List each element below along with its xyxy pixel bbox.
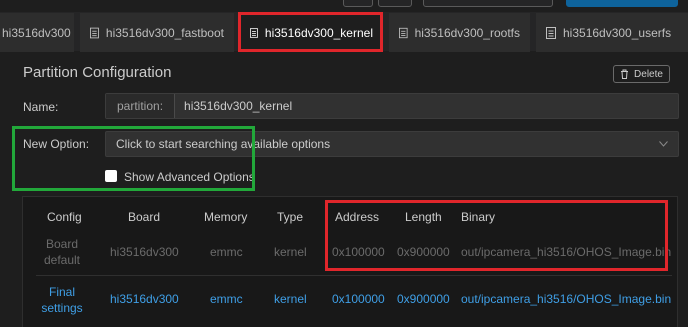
column-header-memory: Memory (204, 210, 248, 224)
row-config: Board default (43, 237, 81, 267)
column-header-config: Config (47, 210, 82, 224)
tab-hi3516dv300[interactable]: hi3516dv300 (0, 13, 74, 52)
delete-label: Delete (634, 68, 663, 80)
row-length: 0x900000 (397, 245, 450, 259)
column-header-length: Length (405, 210, 442, 224)
row-board: hi3516dv300 (110, 245, 179, 259)
row-binary: out/ipcamera_hi3516/OHOS_Image.bin (461, 245, 672, 259)
name-value: hi3516dv300_kernel (184, 99, 293, 113)
tab-label: hi3516dv300_fastboot (105, 25, 224, 40)
row-type: kernel (274, 245, 307, 259)
column-header-type: Type (277, 210, 304, 224)
row-type: kernel (274, 292, 307, 306)
row-address: 0x100000 (332, 292, 385, 306)
tab-hi3516dv300-kernel[interactable]: hi3516dv300_kernel (240, 13, 383, 52)
chevron-down-icon (659, 141, 668, 147)
file-icon (90, 27, 99, 38)
tab-hi3516dv300-userfs[interactable]: hi3516dv300_userfs (536, 13, 688, 52)
advanced-options-label[interactable]: Show Advanced Options (124, 170, 255, 184)
file-icon (546, 26, 556, 39)
page-title: Partition Configuration (23, 64, 172, 81)
new-option-label: New Option: (23, 137, 90, 151)
file-icon (399, 27, 408, 38)
column-header-board: Board (128, 210, 161, 224)
tab-hi3516dv300-fastboot[interactable]: hi3516dv300_fastboot (80, 13, 234, 52)
name-prefix: partition: (106, 94, 176, 118)
row-divider (36, 275, 672, 276)
partition-tab-bar: hi3516dv300 hi3516dv300_fastboot hi3516d… (0, 12, 688, 52)
tab-label: hi3516dv300_kernel (264, 25, 373, 40)
tab-label: hi3516dv300 (2, 25, 71, 40)
toolbar-dropdown[interactable] (423, 0, 553, 7)
row-board: hi3516dv300 (110, 292, 179, 306)
row-memory: emmc (210, 292, 243, 306)
row-config: Final settings (41, 285, 83, 315)
row-address: 0x100000 (332, 245, 385, 259)
column-header-binary: Binary (461, 210, 496, 224)
row-length: 0x900000 (397, 292, 450, 306)
name-field[interactable]: partition: hi3516dv300_kernel (105, 93, 679, 119)
toolbar-button[interactable] (343, 0, 373, 7)
row-memory: emmc (210, 245, 243, 259)
option-search-select[interactable]: Click to start searching available optio… (105, 131, 679, 157)
advanced-options-checkbox[interactable] (105, 170, 117, 182)
toolbar-primary-button[interactable] (566, 0, 678, 7)
trash-icon (621, 69, 629, 79)
top-toolbar-strip (0, 0, 688, 9)
column-header-address: Address (335, 210, 380, 224)
option-search-placeholder: Click to start searching available optio… (116, 137, 331, 151)
file-icon (250, 27, 258, 38)
row-binary: out/ipcamera_hi3516/OHOS_Image.bin (461, 292, 672, 306)
delete-button[interactable]: Delete (613, 65, 670, 83)
toolbar-button[interactable] (378, 0, 412, 7)
tab-label: hi3516dv300_rootfs (414, 25, 520, 40)
tab-hi3516dv300-rootfs[interactable]: hi3516dv300_rootfs (389, 13, 530, 52)
name-label: Name: (23, 100, 59, 114)
tab-label: hi3516dv300_userfs (563, 25, 672, 40)
